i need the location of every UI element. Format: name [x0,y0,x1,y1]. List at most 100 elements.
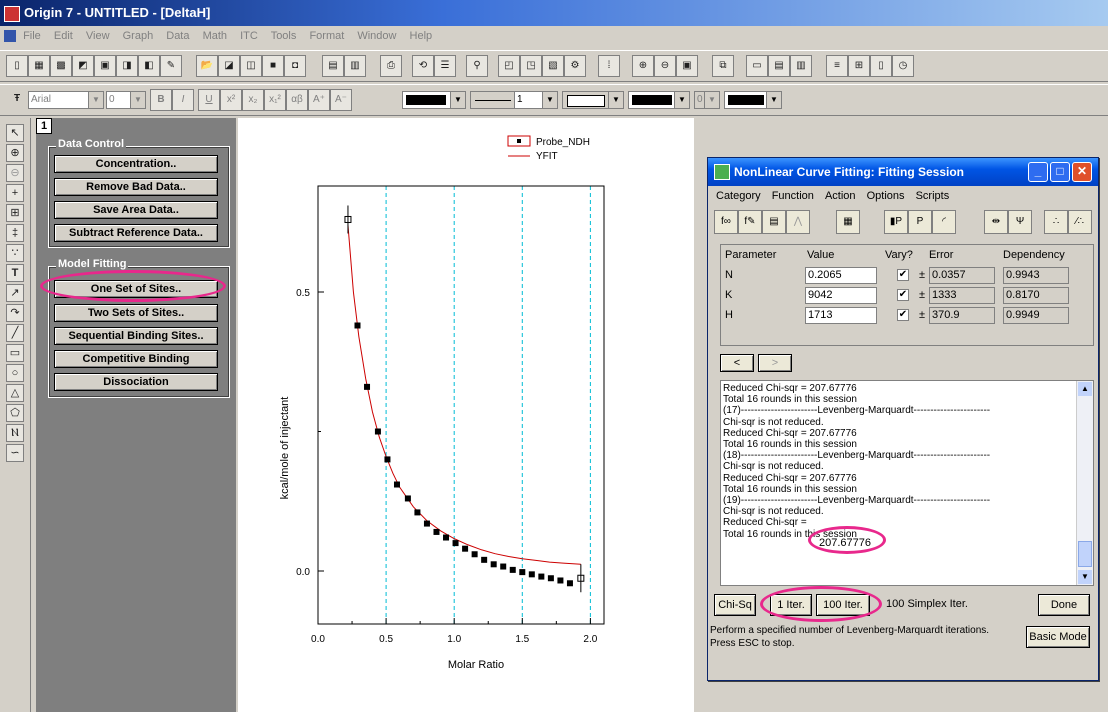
chevron-down-icon[interactable]: ▼ [608,92,623,108]
done-button[interactable]: Done [1038,594,1090,616]
function-icon[interactable]: f∞ [714,210,738,234]
import-multiple-icon[interactable]: ▥ [344,55,366,77]
screen-reader-icon[interactable]: + [6,184,24,202]
save-icon[interactable]: ■ [262,55,284,77]
open-icon[interactable]: 📂 [196,55,218,77]
menu-help[interactable]: Help [410,30,433,42]
new-notes-icon[interactable]: ✎ [160,55,182,77]
concentration-button[interactable]: Concentration.. [54,155,218,173]
column-icon[interactable]: ▯ [870,55,892,77]
zoom-out-tool-icon[interactable]: ⊖ [6,164,24,182]
curve-icon[interactable]: ◜ [932,210,956,234]
simplex-button[interactable]: 100 Simplex Iter. [878,594,976,616]
edit-function-icon[interactable]: f✎ [738,210,762,234]
fit-menu-function[interactable]: Function [772,190,814,202]
menu-format[interactable]: Format [309,30,344,42]
font-grow-button[interactable]: A⁺ [308,89,330,111]
bounds-icon[interactable]: Ψ [1008,210,1032,234]
menu-edit[interactable]: Edit [54,30,73,42]
line-color-combo[interactable]: ▼ [402,91,466,109]
maximize-icon[interactable]: □ [1050,162,1070,182]
supsub-button[interactable]: x₁² [264,89,286,111]
layer-icon[interactable]: ⧉ [712,55,734,77]
chevron-down-icon[interactable]: ▼ [674,92,689,108]
font-combo[interactable]: Arial ▼ [28,91,104,109]
save-area-data-button[interactable]: Save Area Data.. [54,201,218,219]
data-reader-icon[interactable]: ⊞ [6,204,24,222]
menu-window[interactable]: Window [357,30,396,42]
results-log-icon[interactable]: ◰ [498,55,520,77]
pe-icon[interactable]: P [908,210,932,234]
scroll-right-button[interactable]: > [758,354,792,372]
zoom-out-icon[interactable]: ⊖ [654,55,676,77]
menu-graph[interactable]: Graph [123,30,154,42]
parameters-icon[interactable]: ▮P [884,210,908,234]
scroll-down-icon[interactable]: ▼ [1078,570,1092,584]
competitive-binding-button[interactable]: Competitive Binding [54,350,218,368]
fit-menu-category[interactable]: Category [716,190,761,202]
line-width-combo[interactable]: 1 ▼ [514,91,558,109]
font-size-combo[interactable]: 0 ▼ [106,91,146,109]
document-icon[interactable] [4,30,16,42]
script-window-icon[interactable]: ◳ [520,55,542,77]
scatter-icon[interactable]: ∴ [1044,210,1068,234]
polygon-tool-icon[interactable]: △ [6,384,24,402]
clock-icon[interactable]: ◷ [892,55,914,77]
line-tool-icon[interactable]: ╱ [6,324,24,342]
chevron-down-icon[interactable]: ▼ [766,92,781,108]
tile-h-icon[interactable]: ▤ [768,55,790,77]
save-template-icon[interactable]: ◘ [284,55,306,77]
new-project-icon[interactable]: ▯ [6,55,28,77]
fit-log[interactable]: Reduced Chi-sqr = 207.67776 Total 16 roun… [720,380,1094,586]
param-value-input[interactable]: 0.2065 [805,267,877,284]
sequential-binding-button[interactable]: Sequential Binding Sites.. [54,327,218,345]
select-dataset-icon[interactable]: ▤ [762,210,786,234]
new-excel-icon[interactable]: ▩ [50,55,72,77]
duplicate-icon[interactable]: ☰ [434,55,456,77]
vary-checkbox[interactable]: ✔ [897,269,909,281]
chevron-down-icon[interactable]: ▼ [450,92,465,108]
greek-button[interactable]: αβ [286,89,308,111]
menu-data[interactable]: Data [166,30,189,42]
polyline-tool-icon[interactable]: Ⲛ [6,424,24,442]
pointer-icon[interactable]: ↖ [6,124,24,142]
bold-button[interactable]: B [150,89,172,111]
menu-itc[interactable]: ITC [240,30,258,42]
import-ascii-icon[interactable]: ▤ [322,55,344,77]
basic-mode-button[interactable]: Basic Mode [1026,626,1090,648]
font-shrink-button[interactable]: A⁻ [330,89,352,111]
remove-bad-data-button[interactable]: Remove Bad Data.. [54,178,218,196]
fit-menu-action[interactable]: Action [825,190,856,202]
open-template-icon[interactable]: ◪ [218,55,240,77]
layout-icon[interactable]: ≡ [826,55,848,77]
data-selector-icon[interactable]: ‡ [6,224,24,242]
chevron-down-icon[interactable]: ▼ [88,92,103,108]
menu-view[interactable]: View [86,30,110,42]
scroll-thumb[interactable] [1078,541,1092,567]
new-worksheet-icon[interactable]: ▦ [28,55,50,77]
vary-checkbox[interactable]: ✔ [897,309,909,321]
tile-icon[interactable]: ▭ [746,55,768,77]
fit-menu-options[interactable]: Options [867,190,905,202]
project-explorer-icon[interactable]: ⚲ [466,55,488,77]
fill-pattern-combo[interactable]: 0 ▼ [694,91,720,109]
whole-page-icon[interactable]: ▣ [676,55,698,77]
param-value-input[interactable]: 1713 [805,307,877,324]
arrow-tool-icon[interactable]: ↗ [6,284,24,302]
fit-curve-icon[interactable]: ⁄∴ [1068,210,1092,234]
layer-indicator[interactable]: 1 [36,118,52,134]
chevron-down-icon[interactable]: ▼ [130,92,145,108]
rectangle-tool-icon[interactable]: ▭ [6,344,24,362]
fit-menu-scripts[interactable]: Scripts [916,190,950,202]
zoom-in-tool-icon[interactable]: ⊕ [6,144,24,162]
new-graph-icon[interactable]: ◩ [72,55,94,77]
refresh-icon[interactable]: ⟲ [412,55,434,77]
subtract-reference-button[interactable]: Subtract Reference Data.. [54,224,218,242]
text-tool-icon[interactable]: T [6,264,24,282]
vary-checkbox[interactable]: ✔ [897,289,909,301]
two-sets-of-sites-button[interactable]: Two Sets of Sites.. [54,304,218,322]
curved-arrow-icon[interactable]: ↷ [6,304,24,322]
close-icon[interactable]: ✕ [1072,162,1092,182]
minimize-icon[interactable]: _ [1028,162,1048,182]
zoom-in-icon[interactable]: ⊕ [632,55,654,77]
